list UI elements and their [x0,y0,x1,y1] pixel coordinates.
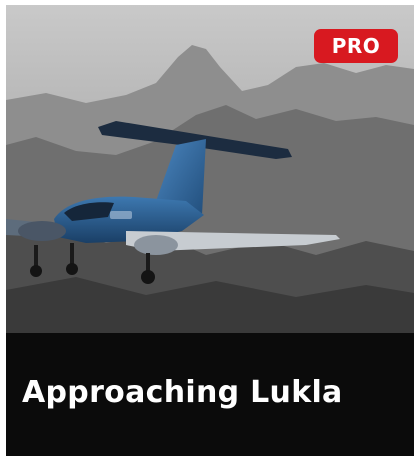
card-title-bar: Approaching Lukla [6,333,414,456]
content-card[interactable]: PRO Approaching Lukla [6,5,414,456]
card-thumbnail: PRO [6,5,414,333]
card-title: Approaching Lukla [22,375,343,410]
pro-badge: PRO [314,29,398,63]
